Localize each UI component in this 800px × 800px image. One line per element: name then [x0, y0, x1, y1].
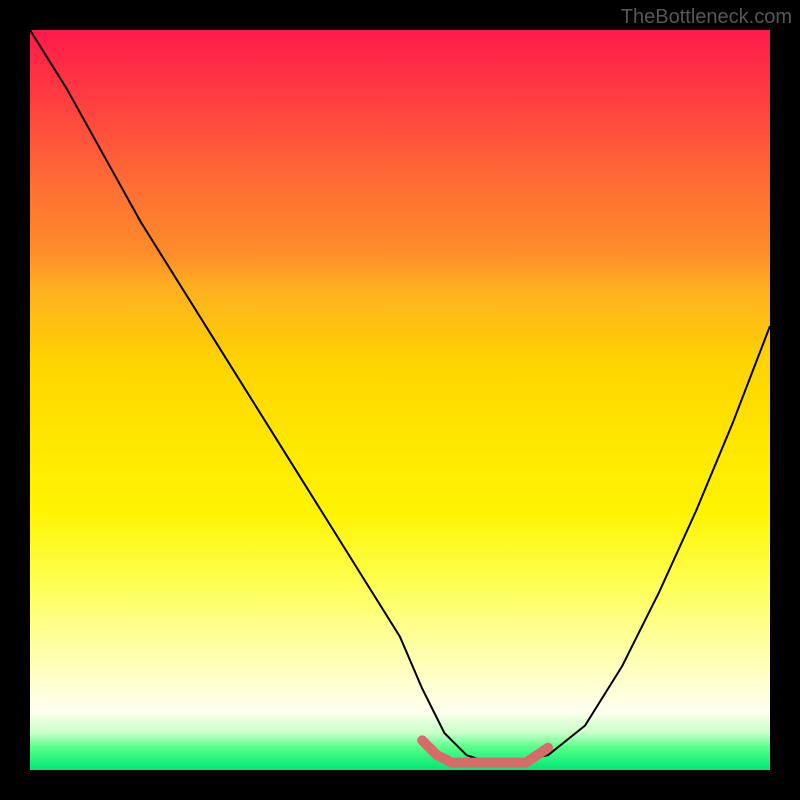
watermark-text: TheBottleneck.com: [621, 6, 792, 29]
bottleneck-curve: [30, 30, 770, 763]
chart-svg: [30, 30, 770, 770]
chart-plot-area: [30, 30, 770, 770]
optimal-band: [422, 740, 548, 762]
